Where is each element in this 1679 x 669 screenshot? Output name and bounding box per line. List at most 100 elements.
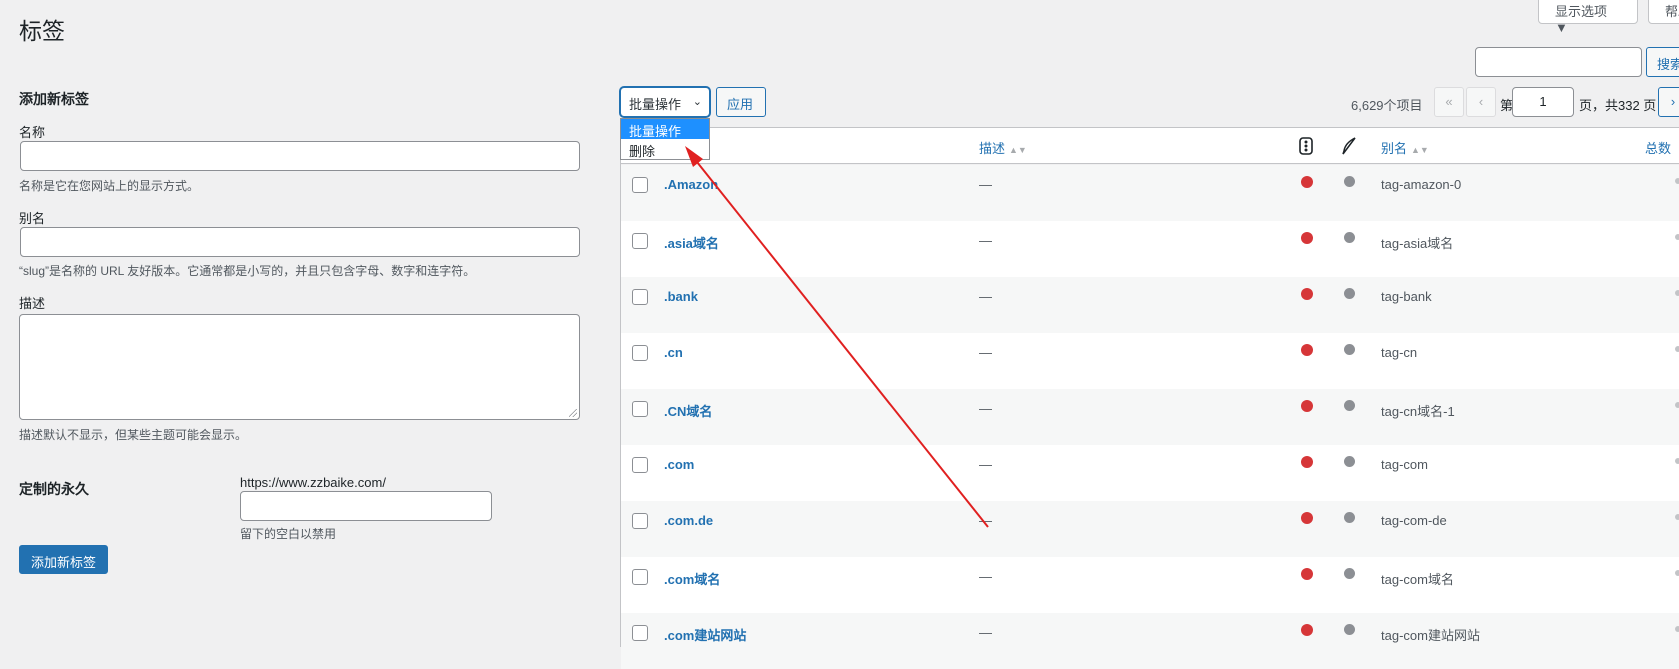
tag-name-link[interactable]: .Amazon: [664, 177, 718, 192]
description-label: 描述: [19, 296, 46, 311]
status-grey-dot-icon: [1344, 456, 1355, 467]
table-row: .com — tag-com: [621, 445, 1679, 501]
row-checkbox[interactable]: [632, 345, 648, 361]
tag-name-link[interactable]: .com域名: [664, 569, 720, 588]
search-input[interactable]: [1475, 47, 1642, 77]
tag-name-link[interactable]: .com.de: [664, 513, 713, 528]
name-hint: 名称是它在您网站上的显示方式。: [19, 179, 200, 193]
help-button[interactable]: 帮助: [1648, 0, 1679, 24]
status-red-dot-icon: [1301, 344, 1313, 356]
next-page-button[interactable]: ›: [1658, 87, 1679, 117]
status-grey-dot-icon: [1344, 624, 1355, 635]
row-checkbox[interactable]: [632, 177, 648, 193]
permalink-input[interactable]: [240, 491, 492, 521]
apply-button[interactable]: 应用: [716, 87, 766, 117]
tag-name-link[interactable]: .bank: [664, 289, 698, 304]
form-heading: 添加新标签: [19, 91, 89, 107]
page-title: 标签: [19, 18, 65, 44]
slug-label: 别名: [19, 211, 46, 226]
slug-hint: “slug”是名称的 URL 友好版本。它通常都是小写的，并且只包含字母、数字和…: [19, 264, 476, 278]
description-hint: 描述默认不显示，但某些主题可能会显示。: [19, 428, 248, 442]
tag-slug: tag-amazon-0: [1381, 177, 1462, 192]
count-indicator-icon: [1675, 514, 1679, 520]
status-red-dot-icon: [1301, 624, 1313, 636]
status-grey-dot-icon: [1344, 400, 1355, 411]
first-page-button[interactable]: «: [1434, 87, 1464, 117]
table-row: .com建站网站 — tag-com建站网站: [621, 613, 1679, 669]
status-red-dot-icon: [1301, 568, 1313, 580]
count-column-header[interactable]: 总数: [1645, 138, 1671, 157]
dropdown-option-bulk[interactable]: 批量操作: [621, 119, 709, 139]
tag-slug: tag-com: [1381, 457, 1428, 472]
permalink-hint: 留下的空白以禁用: [240, 527, 337, 541]
slug-field[interactable]: [20, 227, 580, 257]
count-indicator-icon: [1675, 234, 1679, 240]
prev-page-button[interactable]: ‹: [1466, 87, 1496, 117]
tag-name-link[interactable]: .asia域名: [664, 233, 719, 252]
tag-name-link[interactable]: .CN域名: [664, 401, 712, 420]
resize-handle-icon[interactable]: [569, 409, 577, 417]
bulk-action-dropdown: 批量操作 删除: [620, 118, 710, 160]
dropdown-option-delete[interactable]: 删除: [621, 139, 709, 159]
count-indicator-icon: [1675, 402, 1679, 408]
tag-slug: tag-com域名: [1381, 572, 1454, 587]
name-field[interactable]: [20, 141, 580, 171]
tag-description: —: [979, 513, 992, 528]
screen-options-button[interactable]: 显示选项 ▼: [1538, 0, 1638, 35]
count-indicator-icon: [1675, 178, 1679, 184]
slug-column-header[interactable]: 别名 ▲▼: [1381, 138, 1429, 157]
current-page-input[interactable]: 1: [1512, 87, 1574, 117]
status-grey-dot-icon: [1344, 344, 1355, 355]
desc-column-header[interactable]: 描述 ▲▼: [979, 138, 1027, 157]
tag-name-link[interactable]: .com建站网站: [664, 625, 746, 644]
status-red-dot-icon: [1301, 512, 1313, 524]
tag-slug: tag-bank: [1381, 289, 1432, 304]
row-checkbox[interactable]: [632, 401, 648, 417]
tag-name-link[interactable]: .cn: [664, 345, 683, 360]
table-row: .cn — tag-cn: [621, 333, 1679, 389]
row-checkbox[interactable]: [632, 289, 648, 305]
status-red-dot-icon: [1301, 176, 1313, 188]
tag-description: —: [979, 345, 992, 360]
count-indicator-icon: [1675, 290, 1679, 296]
name-label: 名称: [19, 125, 46, 140]
table-row: .com.de — tag-com-de: [621, 501, 1679, 557]
tag-slug: tag-asia域名: [1381, 236, 1454, 251]
row-checkbox[interactable]: [632, 457, 648, 473]
status-red-dot-icon: [1301, 232, 1313, 244]
row-checkbox[interactable]: [632, 513, 648, 529]
row-checkbox[interactable]: [632, 625, 648, 641]
count-indicator-icon: [1675, 570, 1679, 576]
tag-description: —: [979, 233, 992, 248]
status-grey-dot-icon: [1344, 288, 1355, 299]
search-button[interactable]: 搜索: [1646, 47, 1679, 77]
permalink-label: 定制的永久: [19, 481, 89, 497]
row-checkbox[interactable]: [632, 233, 648, 249]
status-red-dot-icon: [1301, 288, 1313, 300]
add-tag-button[interactable]: 添加新标签: [19, 545, 109, 574]
tag-description: —: [979, 625, 992, 640]
table-header: 描述 ▲▼ 别名 ▲▼ 总数: [621, 127, 1679, 164]
tag-name-link[interactable]: .com: [664, 457, 694, 472]
tag-description: —: [979, 457, 992, 472]
bulk-action-select[interactable]: 批量操作 ⌄: [620, 87, 710, 117]
tags-table: 描述 ▲▼ 别名 ▲▼ 总数 .Amazon — tag-amazon-0 .asia域名…: [620, 127, 1679, 669]
table-row: .CN域名 — tag-cn域名-1: [621, 389, 1679, 445]
status-grey-dot-icon: [1344, 512, 1355, 523]
tag-description: —: [979, 177, 992, 192]
description-textarea[interactable]: [19, 314, 580, 420]
count-indicator-icon: [1675, 626, 1679, 632]
status-red-dot-icon: [1301, 400, 1313, 412]
status-grey-dot-icon: [1344, 176, 1355, 187]
row-checkbox[interactable]: [632, 569, 648, 585]
table-row: .bank — tag-bank: [621, 277, 1679, 333]
column-indicator-icon: [1299, 137, 1313, 158]
tag-slug: tag-com-de: [1381, 513, 1447, 528]
tag-slug: tag-cn: [1381, 345, 1418, 360]
table-row: .Amazon — tag-amazon-0: [621, 165, 1679, 221]
chevron-down-icon: ⌄: [692, 96, 702, 108]
tag-slug: tag-cn域名-1: [1381, 404, 1455, 419]
count-indicator-icon: [1675, 458, 1679, 464]
table-row: .asia域名 — tag-asia域名: [621, 221, 1679, 277]
feather-icon: [1341, 137, 1357, 158]
